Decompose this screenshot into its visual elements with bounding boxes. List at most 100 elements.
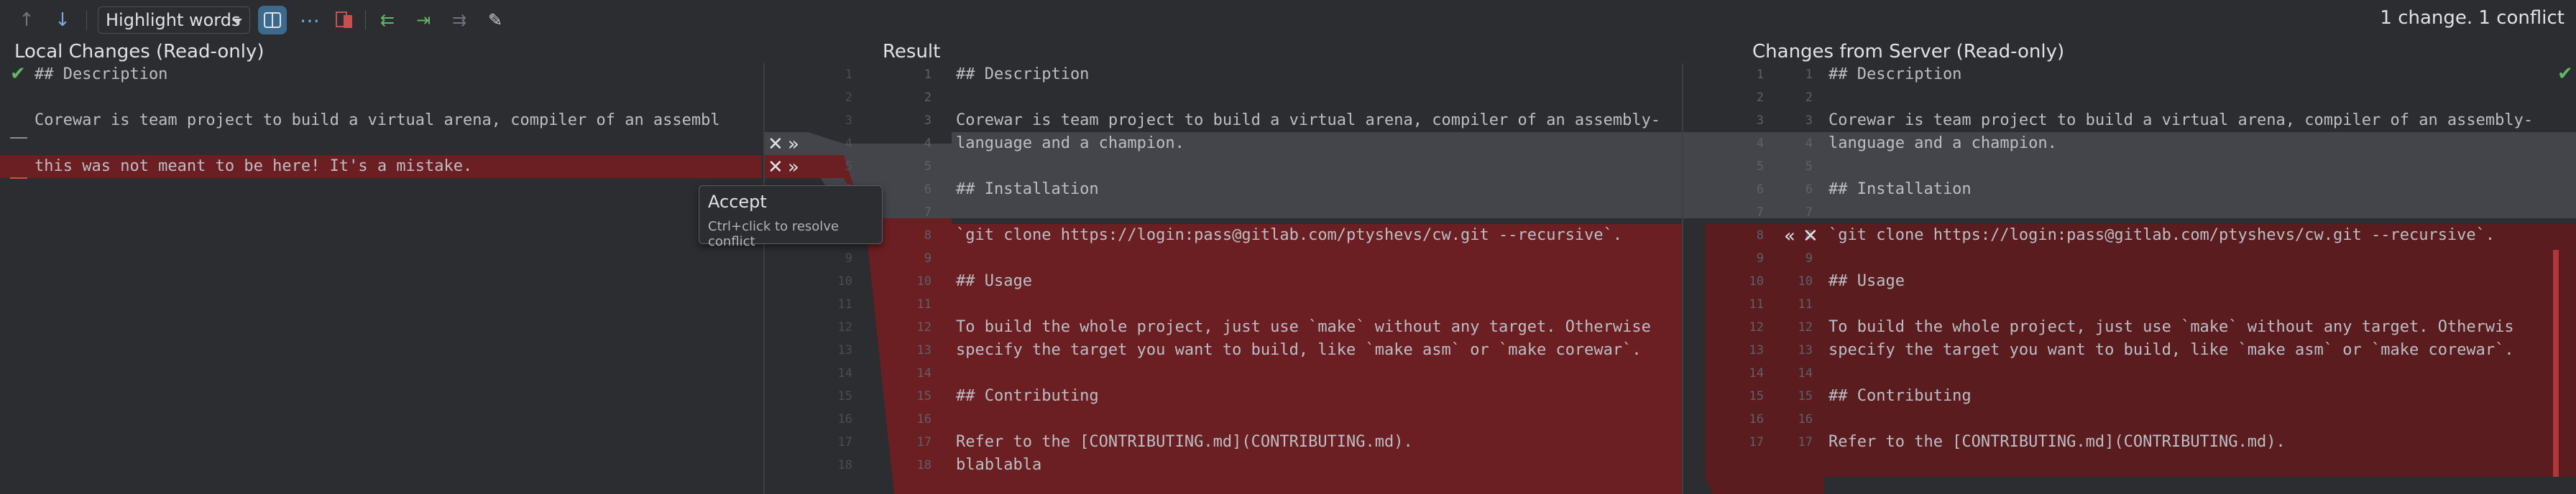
line-number: 17 bbox=[837, 435, 852, 449]
line-number: 16 bbox=[916, 412, 932, 427]
chevron-down-icon bbox=[232, 19, 242, 24]
line-number: 16 bbox=[1798, 412, 1813, 427]
line-number: 15 bbox=[1749, 389, 1764, 404]
line-number: 1 bbox=[1805, 67, 1813, 82]
line-number: 11 bbox=[837, 297, 852, 312]
line-number: 2 bbox=[924, 90, 932, 105]
line-number: 6 bbox=[1805, 182, 1813, 197]
result-server-connector: 1 2 3 4 5 6 7 8 9 10 11 12 13 14 15 16 17 1 2 3 4 5 6 7 8 9 10 11 12… bbox=[1683, 63, 1827, 494]
sync-scroll-toggle[interactable] bbox=[258, 6, 287, 34]
result-code-line: ## Installation bbox=[956, 180, 1099, 198]
line-number: 17 bbox=[1798, 435, 1813, 449]
line-number: 8 bbox=[1756, 228, 1764, 243]
line-number: 4 bbox=[845, 136, 852, 151]
line-number: 5 bbox=[924, 159, 932, 174]
checkmark-icon: ✔ bbox=[10, 63, 26, 85]
magic-resolve-icon[interactable]: ✎ bbox=[483, 7, 507, 33]
result-code-line: ## Usage bbox=[956, 272, 1032, 290]
line-number: 2 bbox=[845, 90, 852, 105]
apply-right-changes-icon[interactable]: ⇉ bbox=[447, 7, 472, 33]
line-number: 12 bbox=[1798, 320, 1813, 335]
line-number: 13 bbox=[1749, 343, 1764, 358]
line-number: 7 bbox=[924, 205, 932, 220]
server-code-line: ## Contributing bbox=[1828, 387, 1972, 405]
server-code-line: `git clone https://login:pass@gitlab.com… bbox=[1828, 226, 2496, 244]
line-number: 13 bbox=[916, 343, 932, 358]
result-pane[interactable]: ## Description Corewar is team project to… bbox=[952, 63, 1682, 494]
server-code-line: ## Description bbox=[1828, 65, 1962, 83]
line-number: 15 bbox=[1798, 389, 1813, 404]
line-number: 1 bbox=[845, 67, 852, 82]
line-number: 8 bbox=[924, 228, 932, 243]
toolbar-separator bbox=[365, 10, 366, 30]
line-number: 10 bbox=[1749, 274, 1764, 289]
ignore-whitespace-icon[interactable]: ⋯ bbox=[298, 7, 322, 33]
result-title: Result bbox=[883, 41, 941, 62]
highlight-mode-value: Highlight words bbox=[106, 10, 241, 30]
conflict-status: 1 change. 1 conflict bbox=[2380, 7, 2564, 29]
line-number: 7 bbox=[1805, 205, 1813, 220]
ignore-server-change-icon[interactable]: ✕ bbox=[1803, 225, 1818, 247]
server-changes-title: Changes from Server (Read-only) bbox=[1752, 41, 2065, 62]
line-number: 1 bbox=[1756, 67, 1764, 82]
result-code-line: ## Description bbox=[956, 65, 1090, 83]
line-number: 2 bbox=[1756, 90, 1764, 105]
server-code-line: Refer to the [CONTRIBUTING.md](CONTRIBUT… bbox=[1828, 433, 2286, 451]
result-code-line: Refer to the [CONTRIBUTING.md](CONTRIBUT… bbox=[956, 433, 1413, 451]
local-code-line: this was not meant to be here! It's a mi… bbox=[34, 157, 473, 175]
ignore-local-conflict-icon[interactable]: ✕ bbox=[768, 157, 783, 178]
result-code-line: specify the target you want to build, li… bbox=[956, 341, 1642, 359]
ignore-local-change-icon[interactable]: ✕ bbox=[768, 134, 783, 155]
apply-non-conflicting-icon[interactable] bbox=[332, 7, 356, 33]
line-number: 6 bbox=[1756, 182, 1764, 197]
apply-local-conflict-icon[interactable]: » bbox=[788, 157, 799, 178]
line-number: 9 bbox=[845, 251, 852, 266]
line-number: 10 bbox=[1798, 274, 1813, 289]
line-number: 12 bbox=[837, 320, 852, 335]
highlight-mode-select[interactable]: Highlight words bbox=[98, 6, 250, 34]
line-number: 9 bbox=[1756, 251, 1764, 266]
line-number: 9 bbox=[924, 251, 932, 266]
line-number: 11 bbox=[916, 297, 932, 312]
apply-local-change-icon[interactable]: » bbox=[788, 134, 799, 155]
result-code-line: To build the whole project, just use `ma… bbox=[956, 318, 1651, 336]
line-number: 14 bbox=[1749, 366, 1764, 381]
result-code-line: blablabla bbox=[956, 456, 1042, 474]
line-number: 15 bbox=[916, 389, 932, 404]
result-code-line: language and a champion. bbox=[956, 134, 1184, 152]
tooltip-hint: Ctrl+click to resolve conflict bbox=[708, 219, 840, 249]
server-code-line: specify the target you want to build, li… bbox=[1828, 341, 2514, 359]
apply-all-icon[interactable]: ⇥ bbox=[411, 7, 436, 33]
line-number: 12 bbox=[916, 320, 932, 335]
next-difference-icon[interactable]: ↓ bbox=[52, 7, 73, 33]
server-code-line: Corewar is team project to build a virtu… bbox=[1828, 111, 2534, 129]
line-number: 5 bbox=[1805, 159, 1813, 174]
apply-server-change-icon[interactable]: « bbox=[1784, 225, 1795, 247]
line-number: 12 bbox=[1749, 320, 1764, 335]
diff-toolbar: ↑ ↓ Highlight words ⋯ ⇇ ⇥ ⇉ ✎ 1 change. … bbox=[0, 0, 2576, 40]
line-number: 5 bbox=[845, 159, 852, 174]
line-number: 7 bbox=[1756, 205, 1764, 220]
line-number: 18 bbox=[837, 458, 852, 472]
line-number: 16 bbox=[837, 412, 852, 427]
checkmark-icon: ✔ bbox=[2557, 63, 2573, 85]
line-number: 13 bbox=[837, 343, 852, 358]
line-number: 4 bbox=[1805, 136, 1813, 151]
line-number: 3 bbox=[1805, 113, 1813, 128]
line-number: 6 bbox=[924, 182, 932, 197]
local-changes-title: Local Changes (Read-only) bbox=[14, 41, 264, 62]
toolbar-separator bbox=[86, 10, 87, 30]
line-number: 10 bbox=[916, 274, 932, 289]
line-number: 10 bbox=[837, 274, 852, 289]
line-number: 5 bbox=[1756, 159, 1764, 174]
change-marker bbox=[10, 137, 27, 139]
line-number: 11 bbox=[1798, 297, 1813, 312]
apply-left-changes-icon[interactable]: ⇇ bbox=[375, 7, 400, 33]
line-number: 16 bbox=[1749, 412, 1764, 427]
line-number: 18 bbox=[916, 458, 932, 472]
local-changes-pane[interactable]: ✔ ## Description Corewar is team project … bbox=[0, 63, 762, 494]
server-changes-pane[interactable]: ✔ ## Description Corewar is team project … bbox=[1824, 63, 2576, 494]
accept-tooltip: Accept Ctrl+click to resolve conflict bbox=[699, 185, 883, 249]
previous-difference-icon[interactable]: ↑ bbox=[16, 7, 37, 33]
sync-scroll-icon bbox=[264, 12, 281, 28]
